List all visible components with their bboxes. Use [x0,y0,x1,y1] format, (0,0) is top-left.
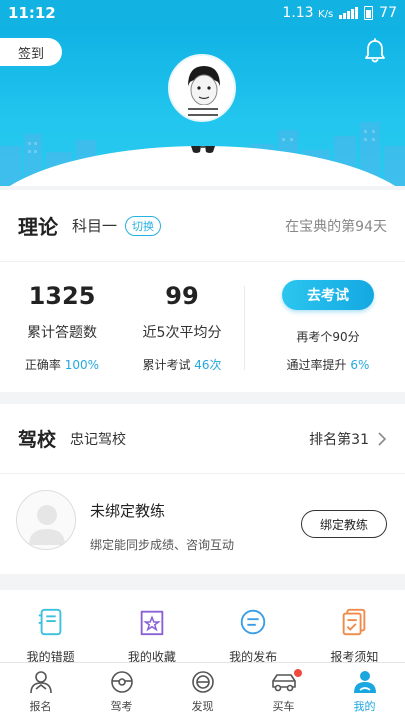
nav-item-signup[interactable]: 报名 [0,663,81,720]
message-icon [240,609,266,635]
nav-label: 我的 [353,700,376,713]
network-speed-unit: K/s [318,9,334,20]
nav-label: 驾考 [110,700,133,713]
school-header[interactable]: 驾校 忠记驾校 排名第31 [0,404,405,474]
exam-count: 累计考试 46次 [128,356,236,373]
school-title: 驾校 [18,429,57,451]
answered-stat[interactable]: 1325 累计答题数 正确率 100% [10,282,114,373]
default-avatar-icon [29,505,65,545]
days-count: 在宝典的第94天 [285,218,387,235]
user-avatar[interactable] [168,54,236,122]
bind-coach-button[interactable]: 绑定教练 [301,510,387,538]
nav-item-exam[interactable]: 驾考 [81,663,162,720]
sunglasses-icon [191,146,215,153]
steering-wheel-icon [110,671,133,693]
accuracy-label: 正确率 [24,358,61,372]
take-exam-button[interactable]: 去考试 [282,280,374,310]
nav-label: 买车 [272,700,295,713]
answered-label: 累计答题数 [27,325,97,341]
school-name: 忠记驾校 [70,431,127,448]
signup-icon [29,671,52,694]
profile-header: 签到 [0,26,405,186]
menu-item-favorites[interactable]: 我的收藏 [101,590,202,665]
bell-icon[interactable] [363,38,387,64]
pass-rate-hint: 通过率提升 6% [258,356,398,373]
discover-icon [191,671,214,693]
average-score-stat[interactable]: 99 近5次平均分 累计考试 46次 [128,282,236,373]
nav-item-profile[interactable]: 我的 [324,663,405,720]
stats-divider [244,286,245,370]
exam-count-value: 46次 [194,358,222,372]
quick-menu: 我的错题 我的收藏 我的发布 报考须知 [0,590,405,665]
nav-label: 报名 [29,700,52,713]
pass-rate-label: 通过率提升 [286,358,347,372]
menu-item-exam-notice[interactable]: 报考须知 [304,590,405,665]
average-score-label: 近5次平均分 [142,325,222,341]
driving-school-card: 驾校 忠记驾校 排名第31 未绑定教练 绑定能同步成绩、咨询互动 绑定教练 [0,404,405,574]
meme-avatar-image [170,56,234,120]
switch-subject-button[interactable]: 切换 [125,215,162,236]
checkin-button[interactable]: 签到 [0,38,62,66]
notebook-icon [38,608,61,636]
subject-label: 科目一 [72,217,118,235]
status-time: 11:12 [8,4,56,22]
network-speed: 1.13 K/s [282,5,333,21]
coach-status: 未绑定教练 [90,502,166,520]
nav-item-discover[interactable]: 发现 [162,663,243,720]
theory-card: 理论 科目一 切换 在宝典的第94天 1325 累计答题数 正确率 100% 9… [0,190,405,392]
notification-badge [293,669,302,677]
exam-count-label: 累计考试 [142,358,191,372]
theory-stats: 1325 累计答题数 正确率 100% 99 近5次平均分 累计考试 46次 去… [0,262,405,390]
coach-description: 绑定能同步成绩、咨询互动 [90,538,235,552]
favorite-star-icon [140,610,164,636]
average-score: 99 [165,282,199,310]
accuracy-value: 100% [64,358,100,372]
profile-icon [353,671,376,693]
network-speed-value: 1.13 [282,5,314,21]
status-bar: 11:12 1.13 K/s 77 [0,0,405,26]
theory-header: 理论 科目一 切换 在宝典的第94天 [0,190,405,262]
school-rank: 排名第31 [309,431,369,448]
battery-icon [364,6,374,20]
signal-icon [339,7,359,19]
nav-label: 发现 [191,700,214,713]
accuracy: 正确率 100% [10,356,114,373]
bottom-navigation: 报名 驾考 发现 买车 我的 [0,662,405,720]
checklist-icon [343,608,366,636]
coach-row[interactable]: 未绑定教练 绑定能同步成绩、咨询互动 绑定教练 [0,474,405,574]
chevron-right-icon [378,431,387,446]
answered-count: 1325 [28,282,96,310]
menu-item-posts[interactable]: 我的发布 [203,590,304,665]
status-right: 1.13 K/s 77 [282,5,397,21]
retest-hint: 再考个90分 [296,330,360,344]
theory-title: 理论 [18,215,58,239]
coach-avatar [16,490,76,550]
nav-item-buy-car[interactable]: 买车 [243,663,324,720]
pass-rate-value: 6% [350,358,370,372]
menu-item-mistakes[interactable]: 我的错题 [0,590,101,665]
battery-level: 77 [379,5,397,21]
